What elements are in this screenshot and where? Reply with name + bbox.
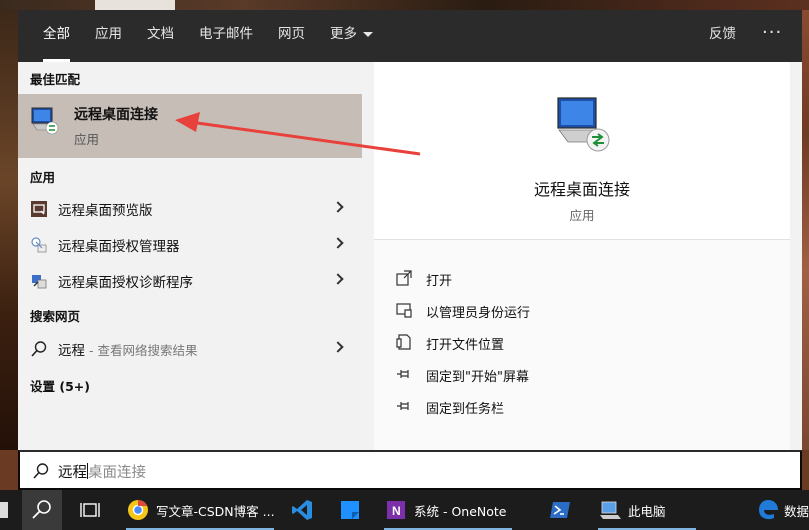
search-icon [33, 463, 49, 479]
svg-text:N: N [392, 504, 401, 518]
section-settings[interactable]: 设置 (5+) [30, 376, 90, 395]
pin-icon [397, 370, 409, 378]
taskbar-item-this-pc[interactable]: 此电脑 [592, 490, 702, 530]
list-item-label: 远程桌面授权管理器 [58, 239, 180, 255]
taskbar: 写文章-CSDN博客 ... N 系统 - OneNote 此电脑 数据 [0, 490, 809, 530]
detail-header: 远程桌面连接 应用 [374, 62, 790, 240]
action-pin-to-taskbar[interactable]: 固定到任务栏 [396, 394, 776, 422]
action-open[interactable]: 打开 [396, 266, 776, 294]
detail-pane: 远程桌面连接 应用 打开 以管理员身份运行 打开文件位置 固定到"开始"屏幕 固… [374, 62, 790, 450]
vscode-icon [292, 500, 312, 520]
taskbar-item-sticky-notes[interactable] [330, 490, 370, 530]
best-match-item[interactable]: 远程桌面连接 应用 [18, 94, 362, 158]
list-item-remote-desktop-preview[interactable]: 远程桌面预览版 [18, 190, 362, 226]
task-view-button[interactable] [70, 490, 110, 530]
feedback-button[interactable]: 反馈 [709, 10, 736, 58]
list-item-license-diagnoser[interactable]: 远程桌面授权诊断程序 [18, 262, 362, 298]
taskbar-search-button[interactable] [22, 490, 62, 530]
section-web: 搜索网页 [30, 309, 81, 324]
tab-apps[interactable]: 应用 [95, 10, 122, 62]
action-open-file-location[interactable]: 打开文件位置 [396, 330, 776, 358]
chevron-right-icon[interactable] [332, 201, 344, 213]
remote-desktop-icon [31, 107, 59, 135]
tab-web[interactable]: 网页 [278, 10, 305, 62]
search-text: 远程桌面连接 [58, 463, 146, 481]
best-match-name: 远程桌面连接 [74, 107, 158, 123]
section-best-match: 最佳匹配 [30, 72, 81, 87]
taskbar-item-onenote[interactable]: N 系统 - OneNote [378, 490, 518, 530]
list-item-label: 远程桌面预览版 [58, 203, 153, 219]
taskbar-item-vscode[interactable] [282, 490, 322, 530]
tab-email[interactable]: 电子邮件 [199, 10, 253, 62]
list-item-label: 远程桌面授权诊断程序 [58, 275, 193, 291]
list-item-license-manager[interactable]: 远程桌面授权管理器 [18, 226, 362, 262]
chevron-right-icon[interactable] [332, 273, 344, 285]
search-icon [32, 500, 51, 519]
edge-icon [759, 500, 778, 520]
chrome-icon [128, 500, 148, 520]
search-icon [31, 341, 47, 357]
search-autocomplete: 桌面连接 [88, 465, 146, 481]
windows-icon [0, 502, 8, 518]
onenote-icon: N [387, 501, 405, 519]
shield-icon [396, 303, 412, 318]
tab-documents[interactable]: 文档 [147, 10, 174, 62]
start-search-panel: 全部 应用 文档 电子邮件 网页 更多 反馈 ··· 最佳匹配 远程桌面连接 应… [18, 10, 802, 490]
file-location-icon [396, 334, 411, 350]
more-options-icon[interactable]: ··· [762, 10, 782, 56]
tab-all[interactable]: 全部 [43, 10, 70, 62]
search-input[interactable]: 远程桌面连接 [18, 450, 802, 490]
pin-icon [397, 402, 409, 410]
license-manager-icon [31, 237, 47, 253]
tab-more[interactable]: 更多 [330, 10, 373, 62]
remote-desktop-icon [557, 97, 610, 152]
task-view-icon [80, 503, 100, 517]
web-search-label: 远程 - 查看网络搜索结果 [58, 343, 198, 359]
action-run-as-admin[interactable]: 以管理员身份运行 [396, 298, 776, 326]
section-apps: 应用 [30, 170, 56, 185]
taskbar-item-chrome[interactable]: 写文章-CSDN博客 ... [120, 490, 280, 530]
remote-desktop-preview-icon [31, 201, 47, 217]
this-pc-icon [600, 501, 621, 519]
action-pin-to-start[interactable]: 固定到"开始"屏幕 [396, 362, 776, 390]
powershell-icon [550, 502, 570, 518]
start-button[interactable] [0, 490, 18, 530]
chevron-right-icon[interactable] [332, 237, 344, 249]
detail-title: 远程桌面连接 [533, 180, 630, 199]
license-diagnoser-icon [32, 275, 47, 289]
chevron-right-icon[interactable] [332, 341, 344, 353]
sticky-notes-icon [341, 501, 359, 519]
list-item-web-search[interactable]: 远程 - 查看网络搜索结果 [18, 330, 362, 366]
search-filter-bar: 全部 应用 文档 电子邮件 网页 更多 反馈 ··· [18, 10, 802, 62]
chevron-down-icon [363, 31, 373, 37]
taskbar-item-edge[interactable]: 数据 [752, 490, 809, 530]
open-icon [396, 270, 412, 286]
results-list: 最佳匹配 远程桌面连接 应用 应用 远程桌面预览版 远程桌面授权管理器 远程桌面… [18, 62, 362, 450]
best-match-type: 应用 [74, 132, 100, 147]
taskbar-item-powershell[interactable] [540, 490, 580, 530]
detail-subtitle: 应用 [569, 208, 595, 223]
